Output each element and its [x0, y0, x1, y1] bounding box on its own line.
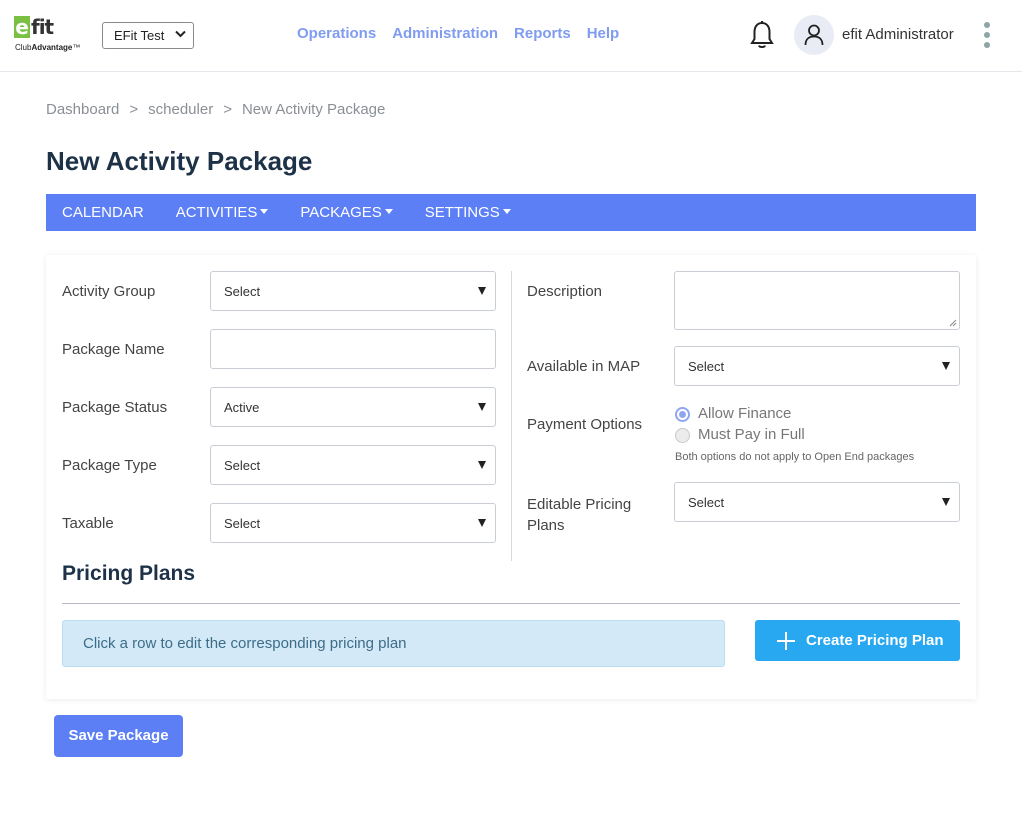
- package-form-card: Activity Group Select Package Name Packa…: [46, 255, 976, 699]
- section-divider: [62, 603, 960, 604]
- main-nav: Operations Administration Reports Help: [297, 25, 619, 42]
- pricing-plans-info: Click a row to edit the corresponding pr…: [62, 620, 725, 667]
- scheduler-subnav: CALENDAR ACTIVITIES PACKAGES SETTINGS: [46, 194, 976, 231]
- breadcrumb-separator: >: [223, 101, 232, 118]
- breadcrumb: Dashboard > scheduler > New Activity Pac…: [46, 101, 385, 118]
- payment-options-hint: Both options do not apply to Open End pa…: [675, 451, 915, 463]
- nav-administration[interactable]: Administration: [392, 25, 498, 42]
- payment-options-label: Payment Options: [527, 416, 643, 433]
- package-name-label: Package Name: [62, 341, 165, 358]
- package-status-value: Active: [224, 400, 260, 415]
- club-select[interactable]: EFit Test: [102, 22, 194, 49]
- activity-group-label: Activity Group: [62, 283, 156, 300]
- available-in-map-label: Available in MAP: [527, 358, 641, 375]
- club-select-value: EFit Test: [114, 28, 165, 43]
- breadcrumb-separator: >: [129, 101, 139, 118]
- package-type-label: Package Type: [62, 457, 157, 474]
- resize-handle-icon[interactable]: [949, 319, 957, 327]
- dropdown-arrow-icon: [478, 403, 486, 411]
- editable-pricing-plans-select[interactable]: Select: [674, 482, 960, 522]
- package-status-select[interactable]: Active: [210, 387, 496, 427]
- breadcrumb-scheduler[interactable]: scheduler: [148, 101, 213, 118]
- radio-must-pay-in-full[interactable]: [675, 428, 690, 443]
- dropdown-arrow-icon: [478, 287, 486, 295]
- create-pricing-plan-label: Create Pricing Plan: [806, 632, 944, 649]
- subnav-packages[interactable]: PACKAGES: [300, 204, 393, 221]
- description-textarea[interactable]: [674, 271, 960, 330]
- breadcrumb-dashboard[interactable]: Dashboard: [46, 101, 119, 118]
- nav-reports[interactable]: Reports: [514, 25, 571, 42]
- user-icon: [804, 24, 824, 46]
- column-divider: [511, 271, 512, 561]
- taxable-label: Taxable: [62, 515, 114, 532]
- dropdown-arrow-icon: [942, 362, 950, 370]
- page-title: New Activity Package: [46, 146, 313, 176]
- logo-e: e: [14, 15, 30, 39]
- package-status-label: Package Status: [62, 399, 168, 416]
- subnav-calendar[interactable]: CALENDAR: [62, 204, 144, 221]
- available-in-map-value: Select: [688, 359, 725, 374]
- editable-pricing-plans-value: Select: [688, 495, 725, 510]
- chevron-down-icon: [175, 29, 186, 41]
- nav-operations[interactable]: Operations: [297, 25, 376, 42]
- plus-icon: [776, 631, 796, 651]
- logo-subtitle: ClubAdvantage™: [15, 43, 81, 52]
- dropdown-arrow-icon: [478, 519, 486, 527]
- radio-allow-finance-label[interactable]: Allow Finance: [698, 405, 791, 422]
- caret-down-icon: [502, 209, 511, 214]
- pricing-plans-title: Pricing Plans: [62, 562, 196, 585]
- package-name-input[interactable]: [210, 329, 496, 369]
- dropdown-arrow-icon: [478, 461, 486, 469]
- top-bar: e fit ClubAdvantage™ EFit Test Operations…: [0, 0, 1022, 72]
- package-type-select[interactable]: Select: [210, 445, 496, 485]
- activity-group-value: Select: [224, 284, 261, 299]
- radio-must-pay-in-full-label[interactable]: Must Pay in Full: [698, 426, 805, 443]
- breadcrumb-current: New Activity Package: [241, 101, 386, 118]
- subnav-settings[interactable]: SETTINGS: [425, 204, 511, 221]
- editable-pricing-plans-label: Editable Pricing Plans: [527, 496, 632, 534]
- radio-allow-finance[interactable]: [675, 407, 690, 422]
- bell-icon[interactable]: [749, 20, 775, 50]
- user-avatar[interactable]: [794, 15, 834, 55]
- activity-group-select[interactable]: Select: [210, 271, 496, 311]
- more-options-icon[interactable]: [982, 22, 992, 50]
- caret-down-icon: [384, 209, 393, 214]
- create-pricing-plan-button[interactable]: Create Pricing Plan: [755, 620, 960, 661]
- caret-down-icon: [260, 209, 269, 214]
- efit-logo[interactable]: e fit ClubAdvantage™: [14, 16, 86, 56]
- description-label: Description: [527, 283, 603, 300]
- taxable-select[interactable]: Select: [210, 503, 496, 543]
- nav-help[interactable]: Help: [587, 25, 620, 42]
- subnav-activities[interactable]: ACTIVITIES: [176, 204, 269, 221]
- logo-mark: e fit: [14, 15, 54, 39]
- logo-fit: fit: [31, 15, 54, 39]
- save-package-button[interactable]: Save Package: [54, 715, 183, 757]
- taxable-value: Select: [224, 516, 261, 531]
- package-type-value: Select: [224, 458, 261, 473]
- dropdown-arrow-icon: [942, 498, 950, 506]
- user-name[interactable]: efit Administrator: [842, 26, 954, 43]
- available-in-map-select[interactable]: Select: [674, 346, 960, 386]
